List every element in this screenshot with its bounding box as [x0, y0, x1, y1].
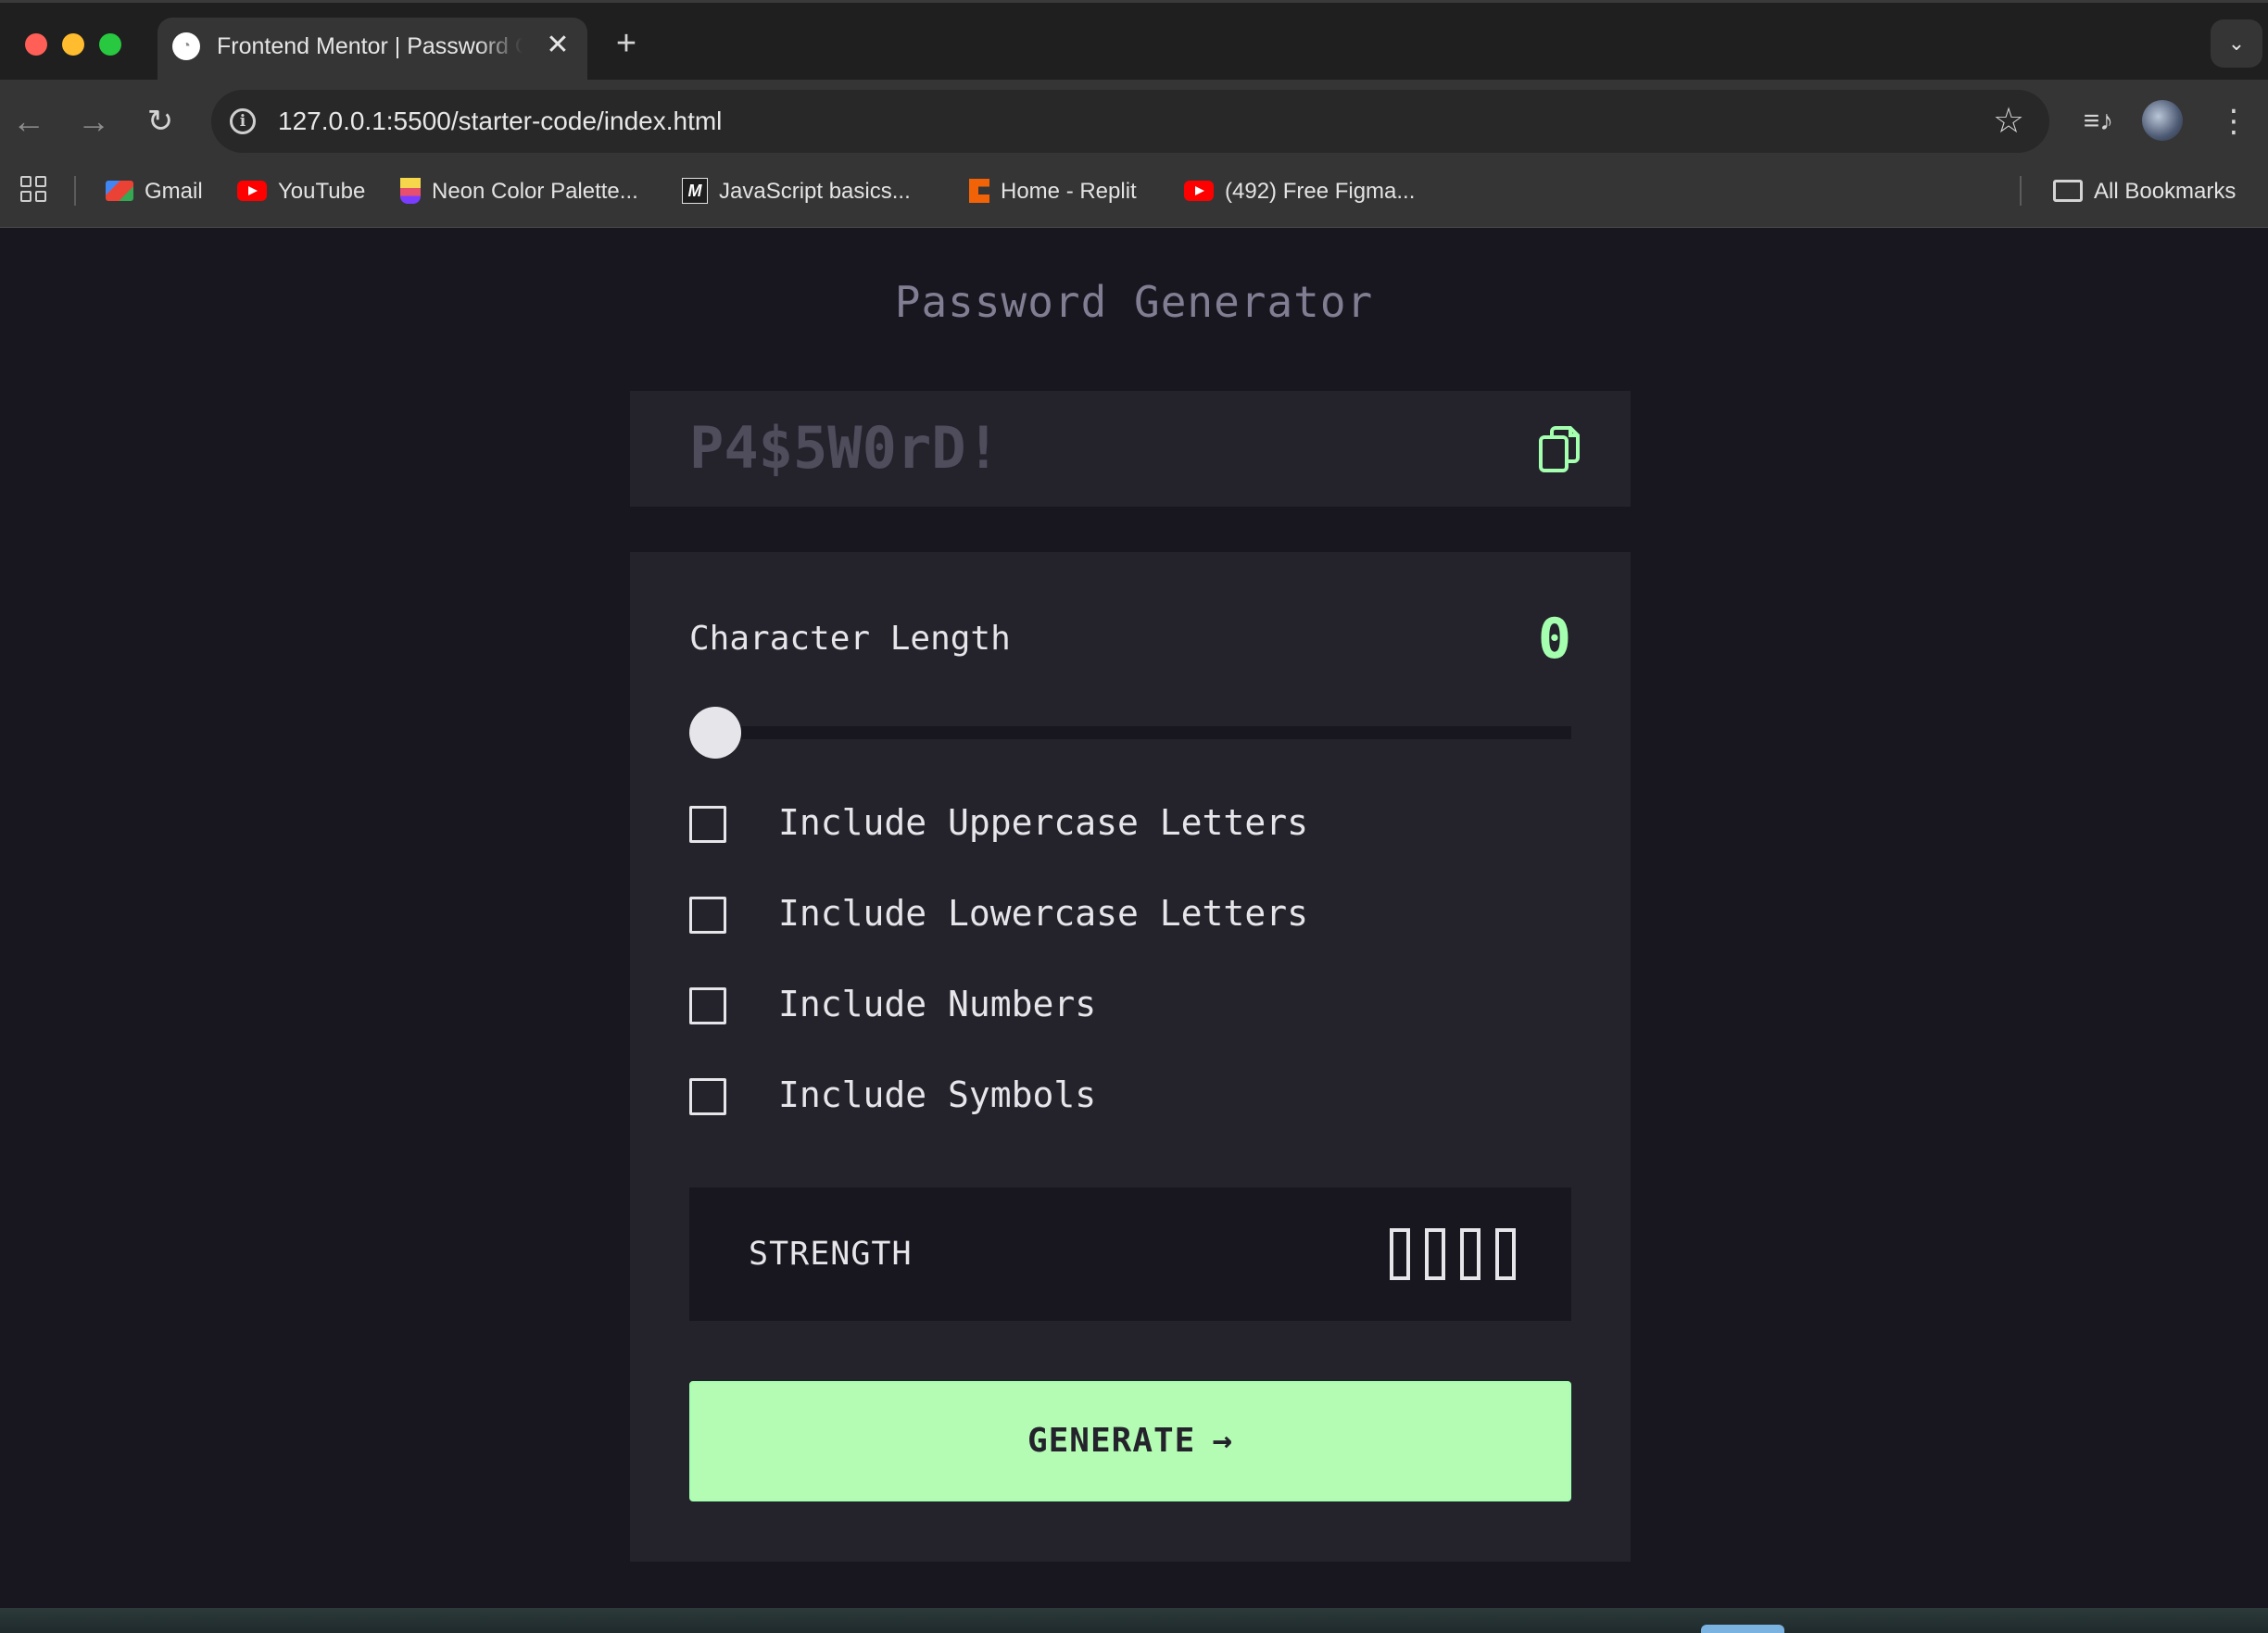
replit-icon [969, 178, 989, 203]
options-panel: Character Length 0 Include Uppercase Let… [630, 552, 1631, 1562]
bookmark-replit[interactable]: Home - Replit [969, 175, 1137, 208]
lowercase-label[interactable]: Include Lowercase Letters [778, 889, 1308, 937]
bookmark-youtube[interactable]: YouTube [237, 175, 365, 208]
browser-window: ◔ Frontend Mentor | Password Generator ✕… [0, 0, 2268, 1633]
frontend-mentor-favicon-icon: ◔ [172, 32, 200, 60]
apps-grid-icon[interactable] [20, 176, 48, 204]
forward-arrow-icon[interactable]: → [70, 98, 117, 144]
bookmark-label: Gmail [145, 179, 203, 204]
bookmark-label: Neon Color Palette... [432, 179, 638, 204]
generate-button[interactable]: GENERATE → [689, 1381, 1571, 1501]
bookmark-javascript-basics[interactable]: M JavaScript basics... [682, 175, 911, 208]
neon-palette-icon [400, 177, 421, 204]
browser-toolbar: ← → ↻ i 127.0.0.1:5500/starter-code/inde… [0, 80, 2268, 163]
page-title: Password Generator [894, 277, 1374, 327]
youtube-icon [237, 180, 267, 201]
strength-bar [1495, 1228, 1516, 1280]
lowercase-checkbox[interactable] [689, 897, 726, 934]
length-slider-track[interactable] [689, 726, 1571, 739]
bookmark-label: Home - Replit [1001, 179, 1137, 204]
bookmarks-divider [2020, 176, 2022, 206]
bookmark-free-figma[interactable]: (492) Free Figma... [1184, 175, 1415, 208]
strength-bar [1425, 1228, 1445, 1280]
strength-bars [1375, 1228, 1516, 1280]
more-menu-icon[interactable]: ⋮ [2211, 98, 2257, 144]
tab-active[interactable]: ◔ Frontend Mentor | Password Generator ✕ [158, 18, 587, 82]
uppercase-label[interactable]: Include Uppercase Letters [778, 798, 1308, 847]
maximize-window-button[interactable] [99, 33, 121, 56]
tab-title: Frontend Mentor | Password Generator [217, 33, 523, 59]
tab-search-chevron-icon[interactable]: ⌄ [2211, 19, 2262, 68]
bookmark-label: (492) Free Figma... [1225, 179, 1416, 204]
generate-label: GENERATE [1027, 1422, 1196, 1460]
uppercase-checkbox[interactable] [689, 806, 726, 843]
bookmark-star-icon[interactable]: ☆ [1988, 101, 2029, 142]
numbers-checkbox[interactable] [689, 987, 726, 1024]
youtube-icon [1184, 180, 1214, 201]
all-bookmarks-label: All Bookmarks [2094, 179, 2236, 204]
strength-meter: STRENGTH [689, 1187, 1571, 1321]
character-length-label: Character Length [689, 620, 1011, 658]
numbers-label[interactable]: Include Numbers [778, 980, 1096, 1028]
folder-icon [2053, 179, 2083, 202]
strength-bar [1460, 1228, 1480, 1280]
dock-item [1701, 1625, 1784, 1633]
bookmark-label: JavaScript basics... [719, 179, 911, 204]
bookmark-label: YouTube [278, 179, 366, 204]
url-text[interactable]: 127.0.0.1:5500/starter-code/index.html [278, 103, 722, 140]
password-output: P4$5W0rD! [689, 414, 1001, 482]
bookmark-neon-color-palette[interactable]: Neon Color Palette... [400, 175, 638, 208]
length-slider-thumb[interactable] [689, 707, 741, 759]
media-controls-icon[interactable]: ≡♪ [2075, 98, 2122, 144]
strength-bar [1390, 1228, 1410, 1280]
javascript-basics-icon: M [682, 177, 708, 204]
profile-avatar[interactable] [2142, 100, 2183, 141]
character-length-value: 0 [1537, 607, 1571, 672]
reload-icon[interactable]: ↻ [137, 98, 183, 144]
desktop-dock-edge [0, 1608, 2268, 1633]
minimize-window-button[interactable] [62, 33, 84, 56]
strength-label: STRENGTH [749, 1236, 913, 1273]
bookmark-gmail[interactable]: Gmail [106, 175, 203, 208]
new-tab-button[interactable]: + [608, 25, 645, 62]
bookmarks-divider [74, 176, 76, 206]
all-bookmarks-button[interactable]: All Bookmarks [2053, 175, 2236, 208]
address-bar[interactable]: i 127.0.0.1:5500/starter-code/index.html… [211, 90, 2049, 153]
site-info-icon[interactable]: i [230, 108, 256, 134]
gmail-icon [106, 180, 133, 201]
tab-close-icon[interactable]: ✕ [541, 29, 574, 62]
symbols-checkbox[interactable] [689, 1078, 726, 1115]
close-window-button[interactable] [25, 33, 47, 56]
bookmarks-bar: Gmail YouTube Neon Color Palette... M Jav… [0, 163, 2268, 228]
tab-strip: ◔ Frontend Mentor | Password Generator ✕… [0, 0, 2268, 82]
password-display: P4$5W0rD! [630, 391, 1631, 507]
back-arrow-icon[interactable]: ← [6, 98, 52, 144]
copy-icon[interactable] [1538, 424, 1581, 474]
symbols-label[interactable]: Include Symbols [778, 1071, 1096, 1119]
page-content: Password Generator P4$5W0rD! Character L… [0, 228, 2268, 1633]
arrow-right-icon: → [1212, 1422, 1234, 1460]
